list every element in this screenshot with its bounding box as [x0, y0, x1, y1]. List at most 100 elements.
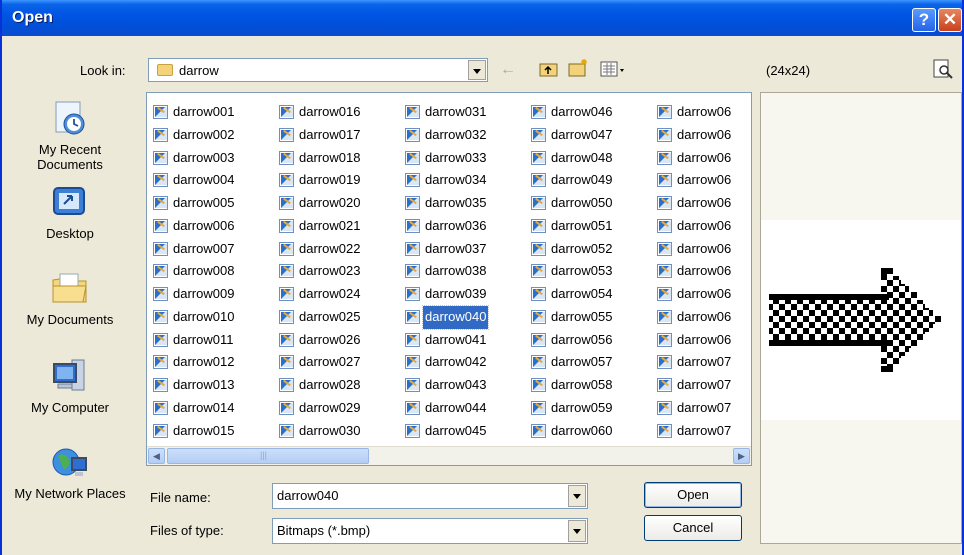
file-item[interactable]: darrow07 — [655, 420, 733, 443]
file-item[interactable]: darrow026 — [277, 329, 362, 352]
file-item[interactable]: darrow06 — [655, 283, 733, 306]
file-item[interactable]: darrow06 — [655, 101, 733, 124]
file-item[interactable]: darrow07 — [655, 374, 733, 397]
file-item[interactable]: darrow050 — [529, 192, 614, 215]
file-item[interactable]: darrow046 — [529, 101, 614, 124]
file-item[interactable]: darrow042 — [403, 351, 488, 374]
file-item[interactable]: darrow06 — [655, 124, 733, 147]
file-item[interactable]: darrow019 — [277, 169, 362, 192]
file-item[interactable]: darrow011 — [151, 329, 236, 352]
place-recent-documents[interactable]: My Recent Documents — [6, 98, 134, 172]
file-item[interactable]: darrow047 — [529, 124, 614, 147]
file-item[interactable]: darrow06 — [655, 169, 733, 192]
scroll-left-button[interactable]: ◀ — [148, 448, 165, 464]
file-item[interactable]: darrow002 — [151, 124, 236, 147]
file-item[interactable]: darrow012 — [151, 351, 236, 374]
file-item[interactable]: darrow049 — [529, 169, 614, 192]
file-item[interactable]: darrow022 — [277, 238, 362, 261]
file-item[interactable]: darrow07 — [655, 351, 733, 374]
file-item[interactable]: darrow009 — [151, 283, 236, 306]
file-name-input[interactable]: darrow040 — [272, 483, 588, 509]
file-item[interactable]: darrow005 — [151, 192, 236, 215]
view-menu-icon[interactable] — [600, 60, 626, 78]
file-item[interactable]: darrow024 — [277, 283, 362, 306]
file-item[interactable]: darrow006 — [151, 215, 236, 238]
place-my-documents[interactable]: My Documents — [6, 268, 134, 327]
preview-toggle-icon[interactable] — [932, 58, 954, 80]
file-item[interactable]: darrow07 — [655, 397, 733, 420]
file-list[interactable]: darrow001 darrow002 darrow003 darrow004 darr… — [146, 92, 752, 466]
scroll-thumb[interactable] — [167, 448, 369, 464]
scroll-right-button[interactable]: ▶ — [733, 448, 750, 464]
file-item[interactable]: darrow015 — [151, 420, 236, 443]
place-desktop[interactable]: Desktop — [6, 182, 134, 241]
file-item[interactable]: darrow010 — [151, 306, 236, 329]
file-type-select[interactable]: Bitmaps (*.bmp) — [272, 518, 588, 544]
file-item[interactable]: darrow06 — [655, 238, 733, 261]
look-in-dropdown-arrow[interactable] — [468, 60, 486, 80]
file-type-dropdown-arrow[interactable] — [568, 520, 586, 542]
file-item[interactable]: darrow020 — [277, 192, 362, 215]
file-item[interactable]: darrow033 — [403, 147, 488, 170]
file-item[interactable]: darrow034 — [403, 169, 488, 192]
file-item[interactable]: darrow060 — [529, 420, 614, 443]
file-item[interactable]: darrow032 — [403, 124, 488, 147]
file-item[interactable]: darrow056 — [529, 329, 614, 352]
close-button[interactable]: ✕ — [938, 8, 962, 32]
file-item[interactable]: darrow001 — [151, 101, 236, 124]
file-name-dropdown-arrow[interactable] — [568, 485, 586, 507]
file-item[interactable]: darrow043 — [403, 374, 488, 397]
file-item[interactable]: darrow030 — [277, 420, 362, 443]
file-item[interactable]: darrow013 — [151, 374, 236, 397]
new-folder-icon[interactable] — [568, 58, 590, 78]
file-item[interactable]: darrow035 — [403, 192, 488, 215]
file-item[interactable]: darrow028 — [277, 374, 362, 397]
file-item[interactable]: darrow018 — [277, 147, 362, 170]
file-item[interactable]: darrow053 — [529, 260, 614, 283]
file-item[interactable]: darrow036 — [403, 215, 488, 238]
file-item[interactable]: darrow016 — [277, 101, 362, 124]
file-item[interactable]: darrow040 — [403, 304, 490, 330]
file-item[interactable]: darrow039 — [403, 283, 488, 306]
file-item[interactable]: darrow017 — [277, 124, 362, 147]
file-item[interactable]: darrow06 — [655, 147, 733, 170]
file-item[interactable]: darrow031 — [403, 101, 488, 124]
file-item[interactable]: darrow057 — [529, 351, 614, 374]
place-my-computer[interactable]: My Computer — [6, 356, 134, 415]
back-icon[interactable]: ← — [500, 62, 516, 78]
file-item[interactable]: darrow007 — [151, 238, 236, 261]
file-item[interactable]: darrow045 — [403, 420, 488, 443]
file-item[interactable]: darrow06 — [655, 215, 733, 238]
help-button[interactable]: ? — [912, 8, 936, 32]
file-item[interactable]: darrow051 — [529, 215, 614, 238]
file-item[interactable]: darrow025 — [277, 306, 362, 329]
file-item[interactable]: darrow008 — [151, 260, 236, 283]
file-item[interactable]: darrow037 — [403, 238, 488, 261]
file-item[interactable]: darrow021 — [277, 215, 362, 238]
cancel-button[interactable]: Cancel — [644, 515, 742, 541]
open-button[interactable]: Open — [644, 482, 742, 508]
file-item[interactable]: darrow055 — [529, 306, 614, 329]
look-in-combo[interactable]: darrow — [148, 58, 488, 82]
file-item[interactable]: darrow023 — [277, 260, 362, 283]
title-bar[interactable]: Open ? ✕ — [2, 0, 962, 36]
file-item[interactable]: darrow054 — [529, 283, 614, 306]
file-item[interactable]: darrow003 — [151, 147, 236, 170]
file-item[interactable]: darrow038 — [403, 260, 488, 283]
file-item[interactable]: darrow052 — [529, 238, 614, 261]
file-item[interactable]: darrow029 — [277, 397, 362, 420]
place-network[interactable]: My Network Places — [6, 442, 134, 501]
file-item[interactable]: darrow06 — [655, 329, 733, 352]
file-item[interactable]: darrow059 — [529, 397, 614, 420]
file-item[interactable]: darrow06 — [655, 260, 733, 283]
file-item[interactable]: darrow041 — [403, 329, 488, 352]
file-item[interactable]: darrow027 — [277, 351, 362, 374]
file-item[interactable]: darrow004 — [151, 169, 236, 192]
horizontal-scrollbar[interactable]: ◀ ▶ — [147, 446, 751, 465]
file-item[interactable]: darrow06 — [655, 192, 733, 215]
up-folder-icon[interactable] — [539, 60, 559, 78]
file-item[interactable]: darrow044 — [403, 397, 488, 420]
file-item[interactable]: darrow014 — [151, 397, 236, 420]
file-item[interactable]: darrow048 — [529, 147, 614, 170]
file-item[interactable]: darrow058 — [529, 374, 614, 397]
